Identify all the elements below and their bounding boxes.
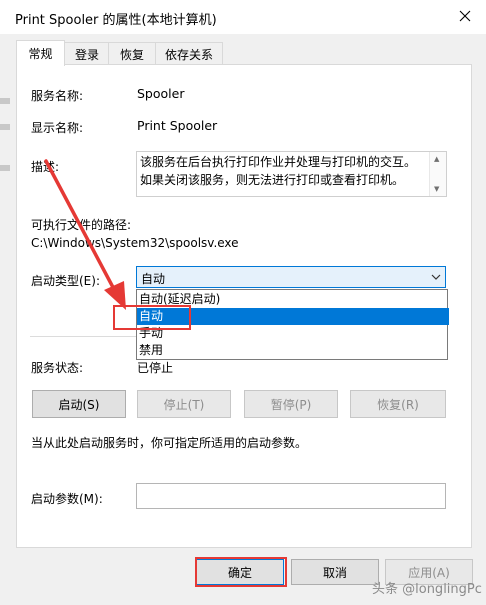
scroll-up-icon[interactable]: ▲: [434, 155, 439, 163]
pause-button[interactable]: 暂停(P): [244, 390, 338, 418]
background-window-fragment: [0, 124, 10, 130]
annotation-box-auto-option: [113, 305, 191, 330]
background-window-fragment: [0, 165, 10, 171]
start-params-label: 启动参数(M):: [31, 492, 103, 506]
service-status-value: 已停止: [137, 361, 174, 375]
tab-label: 恢复: [119, 47, 144, 62]
start-params-input[interactable]: [136, 483, 446, 509]
tab-logon[interactable]: 登录: [64, 42, 110, 65]
cancel-button[interactable]: 取消: [291, 559, 379, 585]
scroll-down-icon[interactable]: ▼: [434, 185, 439, 193]
start-params-hint: 当从此处启动服务时，你可指定所适用的启动参数。: [31, 436, 308, 450]
tab-recovery[interactable]: 恢复: [108, 42, 156, 65]
chevron-down-icon: [431, 274, 441, 280]
window-title: Print Spooler 的属性(本地计算机): [15, 13, 217, 28]
tab-general[interactable]: 常规: [16, 40, 65, 66]
startup-type-label: 启动类型(E):: [31, 274, 100, 288]
close-button[interactable]: [448, 2, 482, 30]
tab-dependencies[interactable]: 依存关系: [155, 42, 223, 65]
service-name-label: 服务名称:: [31, 89, 84, 103]
annotation-box-ok-button: [195, 557, 287, 587]
option-disabled[interactable]: 禁用: [137, 342, 449, 359]
tab-label: 登录: [74, 47, 99, 62]
exe-path-value: C:\Windows\System32\spoolsv.exe: [31, 236, 239, 250]
description-scrollbar[interactable]: ▲ ▼: [429, 152, 446, 196]
tab-label: 常规: [28, 47, 53, 61]
close-icon: [459, 10, 471, 22]
display-name-label: 显示名称:: [31, 121, 84, 135]
watermark: 头条 @longlingPc: [372, 582, 482, 597]
service-name-value: Spooler: [137, 86, 185, 101]
service-status-label: 服务状态:: [31, 361, 84, 375]
startup-type-select[interactable]: 自动: [136, 266, 446, 288]
stop-button[interactable]: 停止(T): [137, 390, 231, 418]
description-box[interactable]: 该服务在后台执行打印作业并处理与打印机的交互。如果关闭该服务，则无法进行打印或查…: [136, 151, 447, 197]
tab-label: 依存关系: [164, 47, 213, 62]
description-text: 该服务在后台执行打印作业并处理与打印机的交互。如果关闭该服务，则无法进行打印或查…: [140, 155, 417, 187]
description-label: 描述:: [31, 160, 60, 174]
startup-type-selected: 自动: [141, 272, 166, 286]
display-name-value: Print Spooler: [137, 118, 218, 133]
background-window-fragment: [0, 98, 10, 104]
start-button[interactable]: 启动(S): [32, 390, 126, 418]
resume-button[interactable]: 恢复(R): [350, 390, 446, 418]
exe-path-label: 可执行文件的路径:: [31, 218, 132, 232]
